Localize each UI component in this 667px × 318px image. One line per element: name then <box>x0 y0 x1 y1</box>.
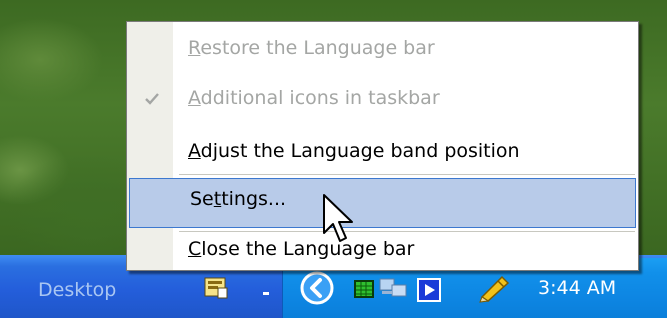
chevron-down-icon[interactable] <box>259 283 273 299</box>
menu-separator <box>179 231 635 232</box>
language-bar-icon[interactable] <box>203 275 231 301</box>
back-arrow-icon[interactable] <box>299 271 335 305</box>
menu-item-label: Settings... <box>190 188 287 210</box>
menu-item-additional-icons[interactable]: Additional icons in taskbar <box>127 77 638 124</box>
desktop-toolbar-label[interactable]: Desktop <box>38 279 116 301</box>
mouse-pointer-icon <box>322 193 356 253</box>
menu-item-settings[interactable]: Settings... <box>129 178 636 228</box>
media-play-icon[interactable] <box>415 276 443 304</box>
menu-separator <box>179 174 635 175</box>
menu-item-label: Adjust the Language band position <box>188 140 520 162</box>
menu-item-adjust-band-position[interactable]: Adjust the Language band position <box>127 130 638 177</box>
checkmark-icon <box>144 91 160 110</box>
menu-item-label: Additional icons in taskbar <box>188 87 440 109</box>
network-icon[interactable] <box>378 276 410 302</box>
taskbar-clock[interactable]: 3:44 AM <box>538 277 616 299</box>
menu-item-restore-language-bar[interactable]: Restore the Language bar <box>127 27 638 74</box>
green-grid-icon[interactable] <box>352 278 376 300</box>
menu-item-label: Close the Language bar <box>188 238 415 260</box>
menu-item-label: Restore the Language bar <box>188 37 435 59</box>
menu-item-close-language-bar[interactable]: Close the Language bar <box>127 234 638 268</box>
pencil-icon[interactable] <box>478 273 512 303</box>
language-bar-context-menu: Restore the Language bar Additional icon… <box>126 21 639 271</box>
